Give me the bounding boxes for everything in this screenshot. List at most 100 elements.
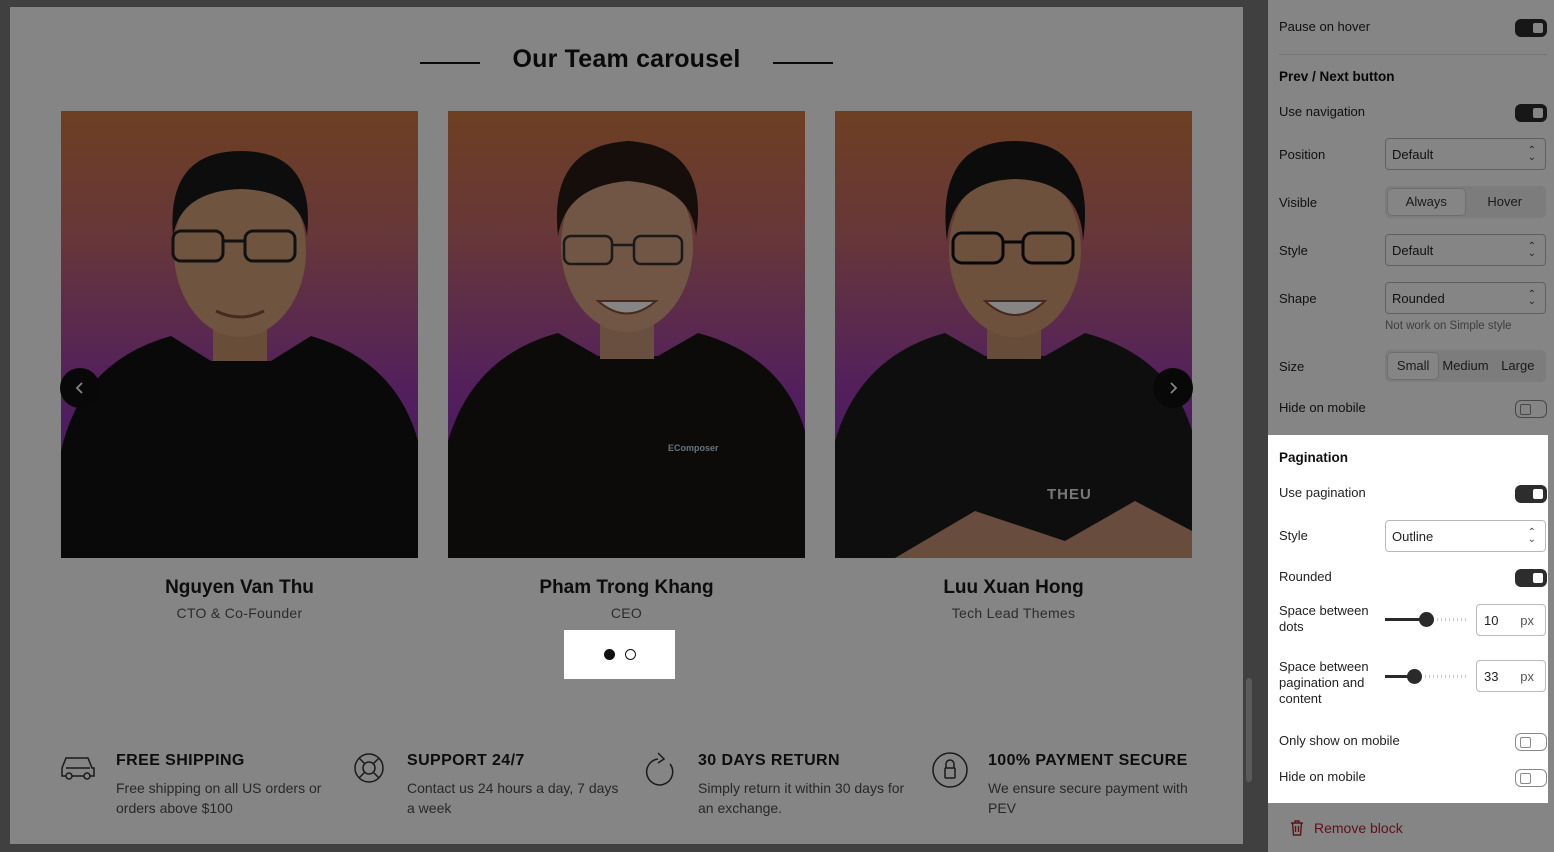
- size-option-small[interactable]: Small: [1388, 353, 1439, 379]
- lifebuoy-icon: [354, 753, 384, 783]
- slider-handle[interactable]: [1419, 612, 1434, 627]
- unit-label: px: [1520, 669, 1534, 684]
- setting-label: Shape: [1279, 291, 1317, 306]
- feature-item: FREE SHIPPING Free shipping on all US ord…: [58, 750, 338, 818]
- space-dots-slider[interactable]: [1385, 612, 1469, 627]
- nav-hide-mobile-toggle[interactable]: [1515, 400, 1547, 418]
- canvas-scrollbar[interactable]: [1246, 678, 1252, 782]
- member-name: Luu Xuan Hong: [943, 577, 1084, 598]
- visible-segmented: Always Hover: [1385, 186, 1546, 218]
- pagination-hide-mobile-row: Hide on mobile: [1279, 769, 1547, 787]
- position-row: Position Default ⌃ ⌄: [1279, 138, 1547, 170]
- size-option-medium[interactable]: Medium: [1440, 353, 1490, 379]
- pause-on-hover-row: Pause on hover: [1279, 19, 1547, 37]
- size-row: Size Small Medium Large: [1279, 350, 1547, 382]
- setting-label: Use navigation: [1279, 104, 1365, 119]
- size-segmented: Small Medium Large: [1385, 350, 1546, 382]
- pause-on-hover-toggle[interactable]: [1515, 19, 1547, 37]
- shape-row: Shape Rounded ⌃ ⌄: [1279, 282, 1547, 314]
- member-role: Tech Lead Themes: [951, 605, 1076, 621]
- pagination-style-select[interactable]: Outline ⌃ ⌄: [1385, 520, 1546, 552]
- setting-label: Pause on hover: [1279, 19, 1371, 34]
- refresh-icon: [645, 752, 674, 786]
- shirt-logo: THEU: [1047, 486, 1092, 503]
- feature-desc: Free shipping on all US orders or orders…: [116, 780, 322, 816]
- setting-label: Visible: [1279, 195, 1318, 210]
- carousel-pagination: [564, 630, 675, 679]
- space-content-input[interactable]: 33 px: [1476, 660, 1546, 692]
- shirt-logo: EComposer: [668, 443, 719, 453]
- nav-section-title: Prev / Next button: [1279, 69, 1395, 84]
- member-photo: [61, 111, 418, 558]
- feature-title: FREE SHIPPING: [116, 752, 245, 769]
- shape-hint: Not work on Simple style: [1385, 320, 1512, 332]
- setting-label: Position: [1279, 147, 1326, 162]
- setting-label: Rounded: [1279, 569, 1332, 584]
- space-content-row: Space between pagination and content 33 p…: [1279, 659, 1547, 709]
- use-navigation-row: Use navigation: [1279, 104, 1547, 122]
- only-mobile-toggle[interactable]: [1515, 733, 1547, 751]
- use-pagination-row: Use pagination: [1279, 485, 1547, 503]
- pagination-hide-mobile-toggle[interactable]: [1515, 769, 1547, 787]
- team-card: Nguyen Van Thu CTO & Co-Founder: [61, 111, 418, 621]
- setting-label: Size: [1279, 359, 1305, 374]
- setting-label: Style: [1279, 243, 1308, 258]
- setting-label: Space between dots: [1279, 603, 1369, 634]
- chevron-right-icon: [1170, 382, 1178, 394]
- member-name: Pham Trong Khang: [539, 577, 714, 598]
- pagination-section-title: Pagination: [1279, 450, 1349, 465]
- feature-item: SUPPORT 24/7 Contact us 24 hours a day, 7…: [349, 750, 629, 818]
- settings-panel: Pause on hover Prev / Next button Use na…: [1268, 0, 1554, 852]
- style-row: Style Default ⌃ ⌄: [1279, 234, 1547, 266]
- only-mobile-row: Only show on mobile: [1279, 733, 1547, 751]
- rounded-toggle[interactable]: [1515, 569, 1547, 587]
- shape-select[interactable]: Rounded ⌃ ⌄: [1385, 282, 1546, 314]
- updown-chevron-icon: ⌃ ⌄: [1527, 527, 1536, 545]
- carousel-next-button[interactable]: [1153, 368, 1193, 408]
- pagination-style-row: Style Outline ⌃ ⌄: [1279, 520, 1547, 552]
- space-dots-input[interactable]: 10 px: [1476, 604, 1546, 636]
- chevron-left-icon: [75, 382, 83, 394]
- position-select[interactable]: Default ⌃ ⌄: [1385, 138, 1546, 170]
- use-pagination-toggle[interactable]: [1515, 485, 1547, 503]
- feature-item: 100% PAYMENT SECURE We ensure secure paym…: [930, 750, 1210, 818]
- remove-block-label: Remove block: [1314, 820, 1403, 836]
- visible-option-hover[interactable]: Hover: [1467, 189, 1544, 215]
- member-role: CTO & Co-Founder: [176, 605, 303, 621]
- setting-label: Only show on mobile: [1279, 733, 1400, 748]
- feature-title: SUPPORT 24/7: [407, 752, 525, 769]
- nav-style-select[interactable]: Default ⌃ ⌄: [1385, 234, 1546, 266]
- trash-icon: [1291, 820, 1303, 836]
- divider: [1279, 54, 1547, 55]
- pagination-dot[interactable]: [624, 649, 636, 660]
- member-photo: EComposer: [448, 111, 805, 558]
- input-value: 10: [1484, 613, 1499, 628]
- feature-desc: Simply return it within 30 days for an e…: [698, 780, 905, 816]
- page-canvas: Our Team carousel Nguyen Van Thu CTO & C…: [10, 7, 1243, 844]
- remove-block-button[interactable]: Remove block: [1290, 820, 1403, 836]
- unit-label: px: [1520, 613, 1534, 628]
- secure-shield-icon: [932, 752, 968, 788]
- use-navigation-toggle[interactable]: [1515, 104, 1547, 122]
- visible-option-always[interactable]: Always: [1388, 189, 1465, 215]
- rounded-row: Rounded: [1279, 569, 1547, 587]
- size-option-large[interactable]: Large: [1493, 353, 1543, 379]
- team-card: EComposer Pham Trong Khang CEO: [448, 111, 805, 621]
- space-content-slider[interactable]: [1385, 669, 1469, 684]
- carousel-prev-button[interactable]: [60, 368, 100, 408]
- input-value: 33: [1484, 669, 1499, 684]
- member-photo: THEU: [835, 111, 1192, 558]
- pagination-dot-active[interactable]: [603, 649, 615, 660]
- visible-row: Visible Always Hover: [1279, 186, 1547, 218]
- team-card: THEU Luu Xuan Hong Tech Lead Themes: [835, 111, 1192, 621]
- feature-item: 30 DAYS RETURN Simply return it within 30…: [640, 750, 920, 818]
- feature-title: 100% PAYMENT SECURE: [988, 752, 1188, 769]
- feature-desc: Contact us 24 hours a day, 7 days a week: [407, 780, 619, 816]
- setting-label: Hide on mobile: [1279, 400, 1366, 415]
- select-value: Rounded: [1392, 291, 1445, 306]
- setting-label: Hide on mobile: [1279, 769, 1366, 784]
- slider-handle[interactable]: [1407, 669, 1422, 684]
- member-name: Nguyen Van Thu: [165, 577, 314, 598]
- select-value: Default: [1392, 243, 1434, 258]
- member-role: CEO: [610, 605, 643, 621]
